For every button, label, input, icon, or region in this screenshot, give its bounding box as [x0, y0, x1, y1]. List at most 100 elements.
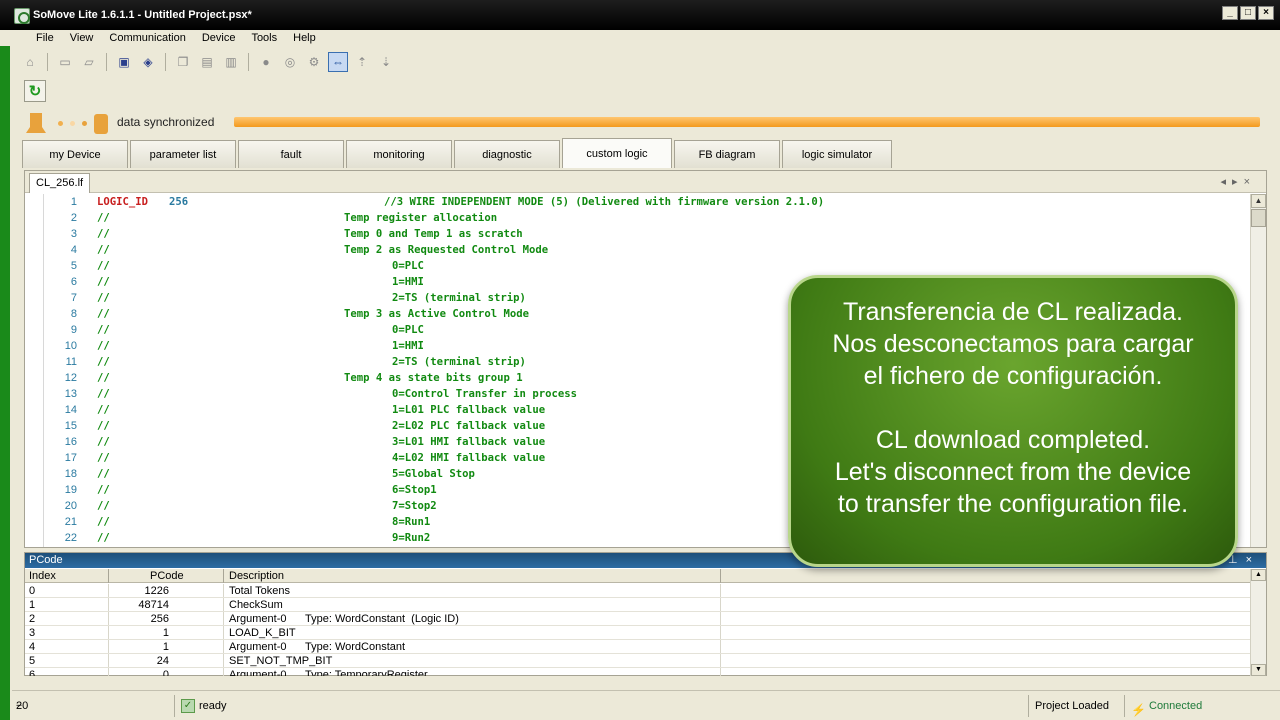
menu-communication[interactable]: Communication: [101, 30, 193, 46]
editor-tab-bar: CL_256.lf ◂▸×: [25, 171, 1266, 193]
menu-help[interactable]: Help: [285, 30, 324, 46]
col-divider[interactable]: [720, 569, 721, 583]
table-row[interactable]: 1 48714 CheckSum: [25, 598, 1251, 612]
code-line[interactable]: 5 // 0=PLC: [25, 258, 1245, 274]
line-number: 9: [70, 324, 77, 336]
line-number: 13: [64, 388, 77, 400]
menu-view[interactable]: View: [62, 30, 102, 46]
code-line[interactable]: 1 LOGIC_ID 256 //3 WIRE INDEPENDENT MODE (5…: [25, 194, 1245, 210]
line-number: 4: [70, 244, 77, 256]
menu-tools[interactable]: Tools: [243, 30, 285, 46]
disconnect-icon[interactable]: ⇔: [328, 52, 348, 72]
code-comment-text: 2=TS (terminal strip): [392, 292, 526, 304]
sync-dot: [70, 121, 75, 126]
tab-custom-logic[interactable]: custom logic: [562, 138, 672, 168]
code-line[interactable]: 3 // Temp 0 and Temp 1 as scratch: [25, 226, 1245, 242]
code-comment-marker: //: [97, 372, 110, 384]
code-line[interactable]: 4 // Temp 2 as Requested Control Mode: [25, 242, 1245, 258]
code-comment-text: 3=L01 HMI fallback value: [392, 436, 546, 448]
cell-pcode: 24: [156, 655, 169, 667]
copy-icon[interactable]: ❐: [173, 52, 193, 72]
col-pcode[interactable]: PCode: [150, 569, 184, 583]
menu-file[interactable]: File: [28, 30, 62, 46]
code-comment-marker: //: [97, 420, 110, 432]
cell-index: 1: [29, 599, 36, 611]
new-project-icon[interactable]: ▭: [55, 52, 75, 72]
tab-fb-diagram[interactable]: FB diagram: [674, 140, 780, 168]
tab-monitoring[interactable]: monitoring: [346, 140, 452, 168]
scroll-down-icon[interactable]: ▼: [1251, 664, 1266, 676]
code-comment-marker: //: [97, 452, 110, 464]
status-ready: ✓ ready: [174, 695, 227, 717]
code-comment-text: 5=Global Stop: [392, 468, 475, 480]
open-folder-icon[interactable]: ▱: [79, 52, 99, 72]
connect-icon[interactable]: ⚙: [304, 52, 324, 72]
tab-parameter-list[interactable]: parameter list: [130, 140, 236, 168]
scroll-up-icon[interactable]: ▲: [1251, 194, 1266, 208]
caption-en-line: Let's disconnect from the device: [834, 458, 1192, 486]
print-preview-icon[interactable]: ▤: [197, 52, 217, 72]
code-keyword: LOGIC_ID: [97, 196, 149, 208]
caption-en-line: to transfer the configuration file.: [837, 490, 1189, 518]
status-project: Project Loaded: [1028, 695, 1109, 717]
col-index[interactable]: Index: [29, 569, 56, 583]
sync-dot: [58, 121, 63, 126]
code-comment-marker: //: [97, 532, 110, 544]
title-bar: SoMove Lite 1.6.1.1 - Untitled Project.p…: [0, 0, 1280, 30]
line-number: 6: [70, 276, 77, 288]
table-row[interactable]: 5 24 SET_NOT_TMP_BIT: [25, 654, 1251, 668]
line-number: 14: [64, 404, 77, 416]
scan-network-icon[interactable]: ◎: [280, 52, 300, 72]
minimize-icon[interactable]: _: [1222, 6, 1238, 20]
status-bar: ƻ0 ✓ ready Project Loaded ⚡ Connected: [12, 690, 1280, 720]
col-divider[interactable]: [108, 569, 109, 583]
toolbar-separator: [248, 53, 249, 71]
tab-my-device[interactable]: my Device: [22, 140, 128, 168]
cell-index: 6: [29, 669, 36, 676]
editor-tab-controls[interactable]: ◂▸×: [1221, 175, 1256, 188]
col-description[interactable]: Description: [229, 569, 284, 583]
save-icon[interactable]: ▣: [114, 52, 134, 72]
cell-description: CheckSum: [229, 599, 283, 611]
home-icon[interactable]: ⌂: [20, 52, 40, 72]
pcode-scrollbar[interactable]: ▲ ▼: [1250, 569, 1266, 676]
table-row[interactable]: 4 1 Argument-0 Type: WordConstant: [25, 640, 1251, 654]
download-icon[interactable]: ⇣: [376, 52, 396, 72]
status-ready-text: ready: [199, 700, 227, 712]
editor-scrollbar[interactable]: ▲: [1250, 194, 1266, 547]
table-row[interactable]: 6 0 Argument-0 Type: TemporaryRegister: [25, 668, 1251, 676]
refresh-icon[interactable]: ↻: [24, 80, 46, 102]
close-icon[interactable]: ×: [1258, 6, 1274, 20]
col-divider[interactable]: [223, 569, 224, 583]
code-comment-marker: //: [97, 292, 110, 304]
tab-diagnostic[interactable]: diagnostic: [454, 140, 560, 168]
table-row[interactable]: 0 1226 Total Tokens: [25, 584, 1251, 598]
print-icon[interactable]: ▥: [221, 52, 241, 72]
cell-description: Total Tokens: [229, 585, 290, 597]
cell-type: Type: WordConstant: [305, 641, 406, 653]
toolbar-separator: [165, 53, 166, 71]
scroll-thumb[interactable]: [1251, 209, 1266, 227]
sync-dot: [82, 121, 87, 126]
table-row[interactable]: 2 256 Argument-0 Type: WordConstant (Logic …: [25, 612, 1251, 626]
scroll-up-icon[interactable]: ▲: [1251, 569, 1266, 581]
tab-fault[interactable]: fault: [238, 140, 344, 168]
code-comment-text: Temp 3 as Active Control Mode: [344, 308, 529, 320]
file-tab[interactable]: CL_256.lf: [29, 173, 91, 193]
code-comment-marker: //: [97, 436, 110, 448]
save-all-icon[interactable]: ◈: [138, 52, 158, 72]
menu-bar: File View Communication Device Tools Hel…: [12, 30, 1280, 46]
pin-close-icons[interactable]: ⊥×: [1228, 553, 1260, 568]
cell-index: 0: [29, 585, 36, 597]
cell-description: Argument-0: [229, 669, 287, 676]
cell-index: 4: [29, 641, 36, 653]
toolbar-separator: [106, 53, 107, 71]
line-number: 2: [70, 212, 77, 224]
tab-logic-simulator[interactable]: logic simulator: [782, 140, 892, 168]
info-icon[interactable]: ●: [256, 52, 276, 72]
menu-device[interactable]: Device: [194, 30, 244, 46]
code-line[interactable]: 2 // Temp register allocation: [25, 210, 1245, 226]
table-row[interactable]: 3 1 LOAD_K_BIT: [25, 626, 1251, 640]
maximize-icon[interactable]: □: [1240, 6, 1256, 20]
upload-icon[interactable]: ⇡: [352, 52, 372, 72]
